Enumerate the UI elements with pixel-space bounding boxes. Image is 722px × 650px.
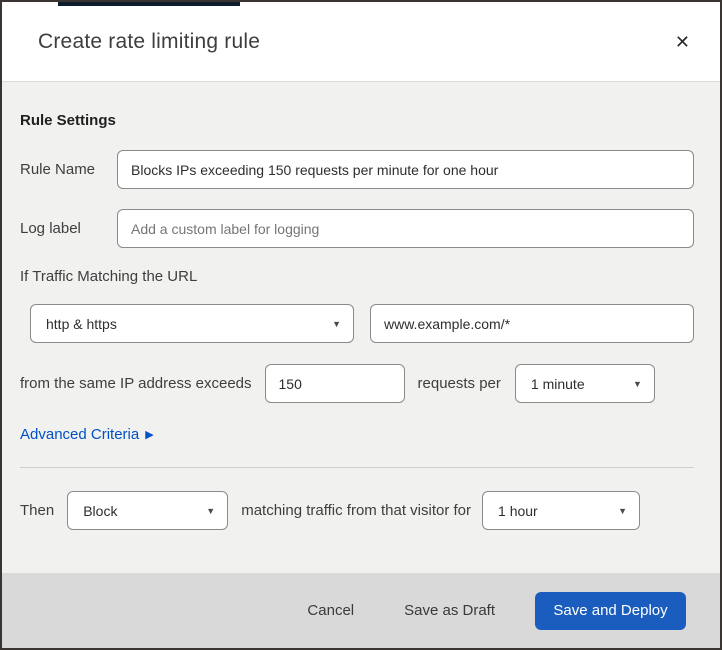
chevron-down-icon: ▼ xyxy=(206,505,216,516)
scheme-dropdown-value: http & https xyxy=(46,315,117,332)
modal-footer: Cancel Save as Draft Save and Deploy xyxy=(2,573,720,648)
scheme-url-row: http & https ▼ xyxy=(30,304,694,343)
expand-arrow-icon: ▶ xyxy=(145,429,154,441)
threshold-row: from the same IP address exceeds request… xyxy=(20,364,694,403)
url-pattern-input[interactable] xyxy=(370,304,694,343)
scheme-dropdown[interactable]: http & https ▼ xyxy=(30,304,354,343)
chevron-down-icon: ▼ xyxy=(632,378,642,389)
modal-title: Create rate limiting rule xyxy=(38,29,261,53)
rule-name-row: Rule Name xyxy=(20,150,694,189)
log-label-label: Log label xyxy=(20,220,81,237)
cancel-button[interactable]: Cancel xyxy=(297,594,364,627)
then-row: Then Block ▼ matching traffic from that … xyxy=(20,491,694,530)
traffic-match-intro: If Traffic Matching the URL xyxy=(20,268,198,285)
save-and-deploy-button[interactable]: Save and Deploy xyxy=(535,591,686,630)
period-dropdown[interactable]: 1 minute ▼ xyxy=(514,364,655,403)
rule-name-input[interactable] xyxy=(117,150,694,189)
log-label-input[interactable] xyxy=(117,209,694,248)
then-label: Then xyxy=(20,502,55,519)
log-label-row: Log label xyxy=(20,209,694,248)
close-icon[interactable]: ✕ xyxy=(669,29,696,55)
duration-dropdown[interactable]: 1 hour ▼ xyxy=(482,491,641,530)
exceeds-text: from the same IP address exceeds xyxy=(20,375,252,392)
then-middle-text: matching traffic from that visitor for xyxy=(241,502,472,519)
period-dropdown-value: 1 minute xyxy=(530,375,585,392)
advanced-criteria-label: Advanced Criteria xyxy=(20,426,140,443)
rule-settings-heading: Rule Settings xyxy=(20,112,116,129)
modal-header: Create rate limiting rule ✕ xyxy=(2,2,720,82)
requests-per-text: requests per xyxy=(417,375,501,392)
request-count-input[interactable] xyxy=(264,364,405,403)
action-dropdown-value: Block xyxy=(83,502,118,519)
section-divider xyxy=(20,467,694,468)
advanced-criteria-link[interactable]: Advanced Criteria ▶ xyxy=(20,426,154,443)
action-dropdown[interactable]: Block ▼ xyxy=(67,491,229,530)
chevron-down-icon: ▼ xyxy=(332,318,341,329)
rule-name-label: Rule Name xyxy=(20,161,96,178)
duration-dropdown-value: 1 hour xyxy=(498,502,538,519)
background-page-sliver xyxy=(58,2,240,6)
chevron-down-icon: ▼ xyxy=(618,505,628,516)
modal-body: Rule Settings Rule Name Log label If Tra… xyxy=(2,82,720,573)
save-as-draft-button[interactable]: Save as Draft xyxy=(394,594,505,627)
rate-limiting-modal: Create rate limiting rule ✕ Rule Setting… xyxy=(0,0,722,650)
